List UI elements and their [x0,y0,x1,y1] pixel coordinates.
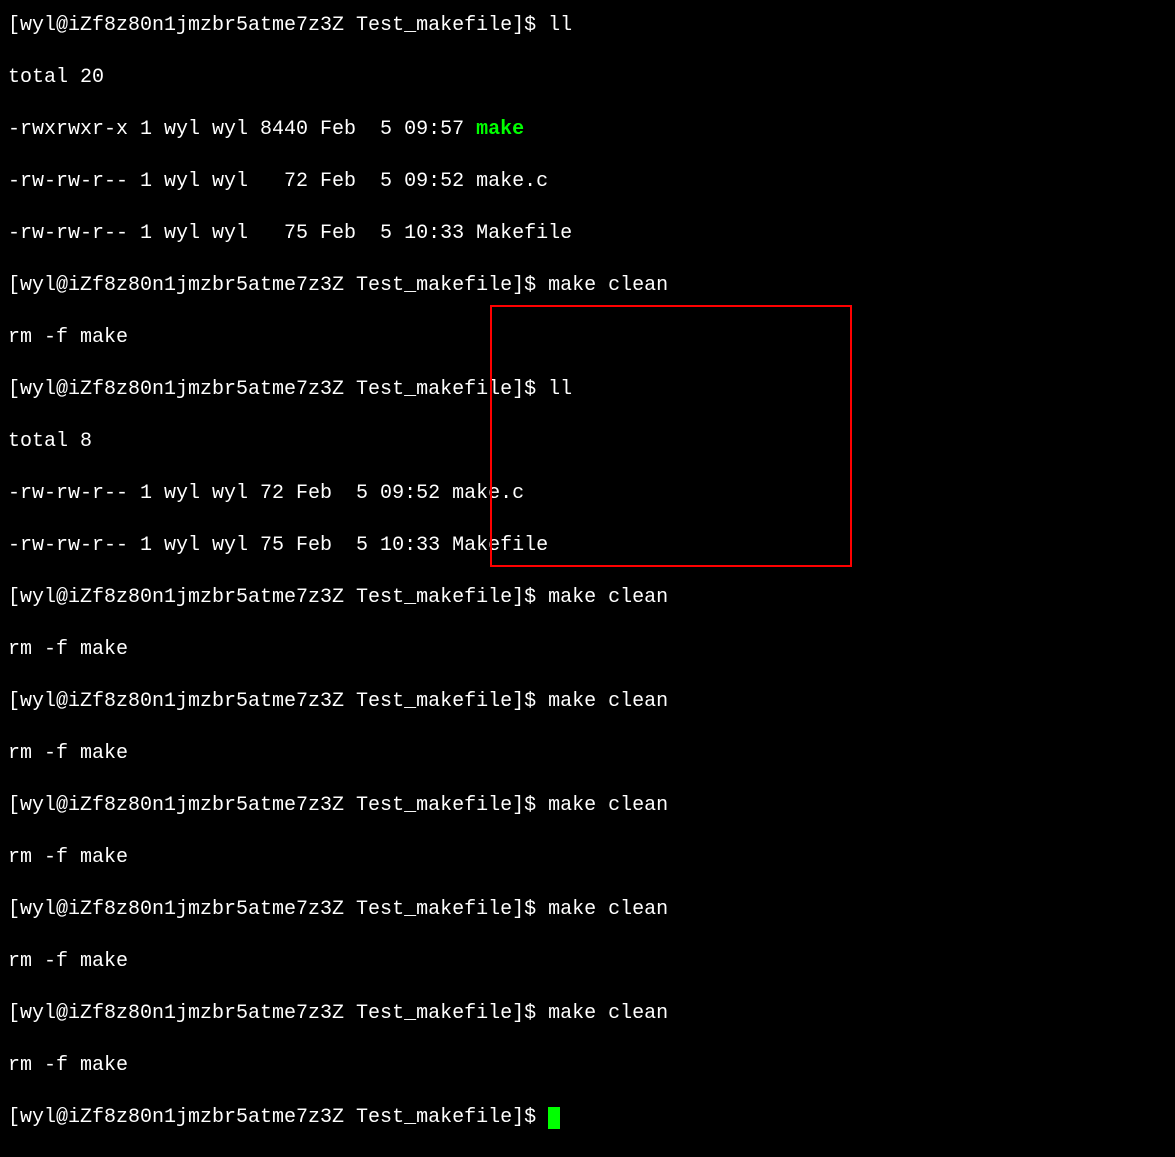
command-output: rm -f make [8,1054,128,1077]
terminal-line: total 8 [8,429,1167,455]
terminal-line: rm -f make [8,325,1167,351]
command-output: rm -f make [8,742,128,765]
terminal-line: -rwxrwxr-x 1 wyl wyl 8440 Feb 5 09:57 ma… [8,117,1167,143]
terminal-line: -rw-rw-r-- 1 wyl wyl 75 Feb 5 10:33 Make… [8,533,1167,559]
file-entry: -rw-rw-r-- 1 wyl wyl 75 Feb 5 10:33 Make… [8,534,548,557]
command-output: rm -f make [8,950,128,973]
prompt-command: [wyl@iZf8z80n1jmzbr5atme7z3Z Test_makefi… [8,898,668,921]
terminal-line: [wyl@iZf8z80n1jmzbr5atme7z3Z Test_makefi… [8,897,1167,923]
terminal-line: -rw-rw-r-- 1 wyl wyl 75 Feb 5 10:33 Make… [8,221,1167,247]
prompt-empty: [wyl@iZf8z80n1jmzbr5atme7z3Z Test_makefi… [8,1106,548,1129]
command-output: rm -f make [8,326,128,349]
prompt-partial: [wyl@iZf8z80n1jmzbr5atme7z3Z Test_makefi… [8,14,572,37]
file-entry: -rw-rw-r-- 1 wyl wyl 72 Feb 5 09:52 make… [8,170,548,193]
prompt-command: [wyl@iZf8z80n1jmzbr5atme7z3Z Test_makefi… [8,378,572,401]
cursor-icon [548,1107,560,1129]
file-perm: -rwxrwxr-x 1 wyl wyl 8440 Feb 5 09:57 [8,118,476,141]
ls-total: total 20 [8,66,104,89]
terminal-line: total 20 [8,65,1167,91]
terminal-line: [wyl@iZf8z80n1jmzbr5atme7z3Z Test_makefi… [8,377,1167,403]
prompt-command: [wyl@iZf8z80n1jmzbr5atme7z3Z Test_makefi… [8,274,668,297]
terminal-line: rm -f make [8,637,1167,663]
terminal-line: rm -f make [8,845,1167,871]
terminal-line: rm -f make [8,741,1167,767]
executable-file: make [476,118,524,141]
terminal-line: [wyl@iZf8z80n1jmzbr5atme7z3Z Test_makefi… [8,585,1167,611]
terminal-line: rm -f make [8,949,1167,975]
file-entry: -rw-rw-r-- 1 wyl wyl 75 Feb 5 10:33 Make… [8,222,572,245]
prompt-command: [wyl@iZf8z80n1jmzbr5atme7z3Z Test_makefi… [8,586,668,609]
ls-total: total 8 [8,430,92,453]
terminal-line: -rw-rw-r-- 1 wyl wyl 72 Feb 5 09:52 make… [8,169,1167,195]
terminal-line: [wyl@iZf8z80n1jmzbr5atme7z3Z Test_makefi… [8,1105,1167,1131]
prompt-command: [wyl@iZf8z80n1jmzbr5atme7z3Z Test_makefi… [8,1002,668,1025]
terminal-line: [wyl@iZf8z80n1jmzbr5atme7z3Z Test_makefi… [8,273,1167,299]
terminal-line: rm -f make [8,1053,1167,1079]
command-output: rm -f make [8,638,128,661]
terminal-line: [wyl@iZf8z80n1jmzbr5atme7z3Z Test_makefi… [8,13,1167,39]
file-entry: -rw-rw-r-- 1 wyl wyl 72 Feb 5 09:52 make… [8,482,524,505]
terminal-output[interactable]: [wyl@iZf8z80n1jmzbr5atme7z3Z Test_makefi… [8,0,1167,1157]
terminal-line: -rw-rw-r-- 1 wyl wyl 72 Feb 5 09:52 make… [8,481,1167,507]
prompt-command: [wyl@iZf8z80n1jmzbr5atme7z3Z Test_makefi… [8,794,668,817]
terminal-line: [wyl@iZf8z80n1jmzbr5atme7z3Z Test_makefi… [8,689,1167,715]
prompt-command: [wyl@iZf8z80n1jmzbr5atme7z3Z Test_makefi… [8,690,668,713]
terminal-line: [wyl@iZf8z80n1jmzbr5atme7z3Z Test_makefi… [8,1001,1167,1027]
command-output: rm -f make [8,846,128,869]
terminal-line: [wyl@iZf8z80n1jmzbr5atme7z3Z Test_makefi… [8,793,1167,819]
